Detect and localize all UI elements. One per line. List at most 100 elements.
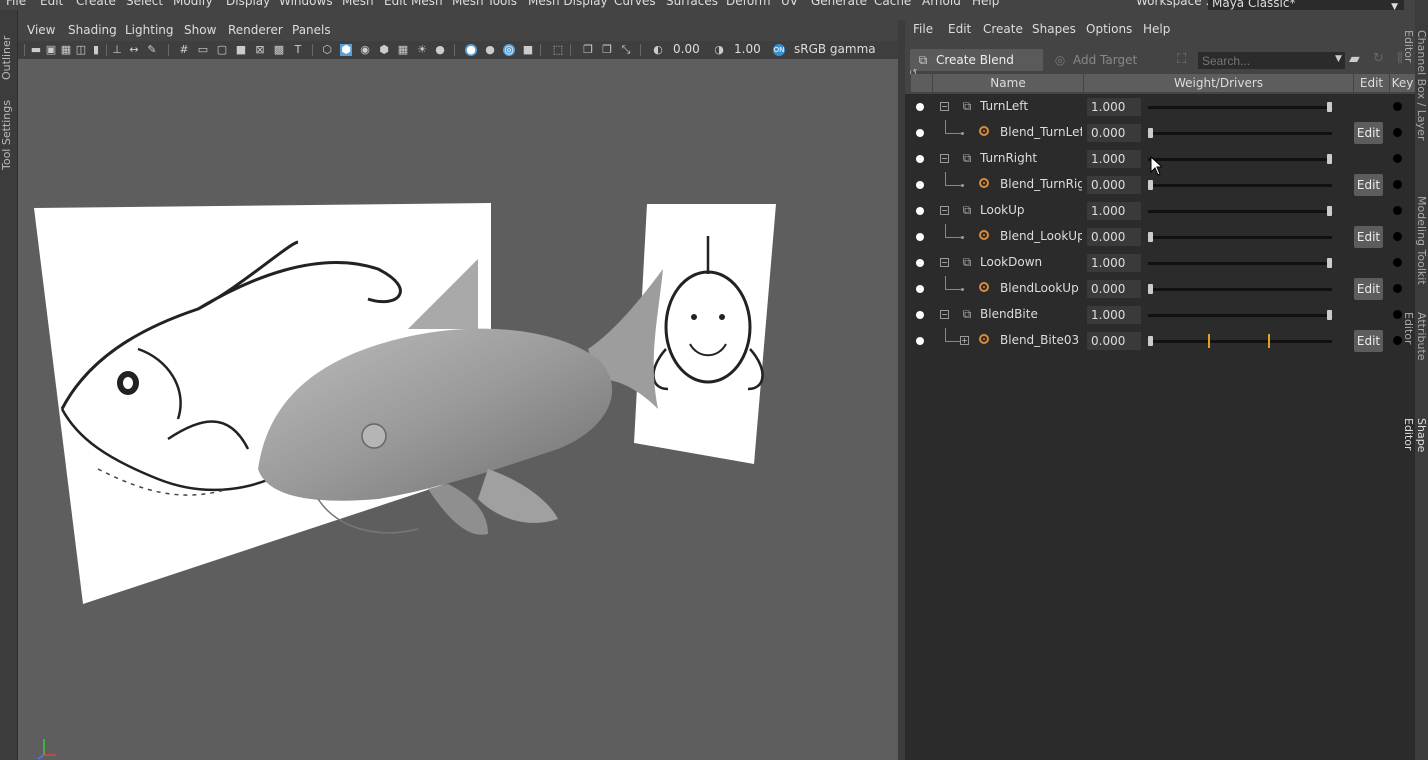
weight-field[interactable]: 0.000 <box>1087 176 1141 194</box>
viewport-3d[interactable] <box>18 59 898 760</box>
camera-attributes-icon[interactable]: ▣ <box>45 44 57 56</box>
tab-channel-box[interactable]: Channel Box / Layer Editor <box>1402 30 1428 170</box>
wireframe-icon[interactable]: ⬡ <box>321 44 333 56</box>
slider-handle[interactable] <box>1148 336 1153 346</box>
smooth-shade-icon[interactable]: ⬢ <box>340 44 352 56</box>
weight-field[interactable]: 1.000 <box>1087 150 1141 168</box>
chevron-down-icon[interactable]: ▼ <box>1335 54 1342 64</box>
key-button[interactable] <box>1393 180 1402 189</box>
target-row[interactable]: + Blend_Bite03 0.000 Edit <box>905 328 1415 354</box>
menu-deform[interactable]: Deform <box>726 0 771 8</box>
visibility-toggle[interactable] <box>916 155 924 163</box>
wireframe-on-shaded-icon[interactable]: ◉ <box>359 44 371 56</box>
isolate-icon[interactable]: ⊥ <box>111 44 123 56</box>
collapse-icon[interactable]: − <box>940 154 949 163</box>
slider-handle[interactable] <box>1148 284 1153 294</box>
in-between-marker[interactable] <box>1208 334 1210 348</box>
visibility-toggle[interactable] <box>916 207 924 215</box>
key-button[interactable] <box>1393 128 1402 137</box>
se-menu-help[interactable]: Help <box>1143 22 1170 36</box>
shape-name[interactable]: BlendLookUp <box>1000 281 1082 295</box>
header-name[interactable]: Name <box>933 74 1084 92</box>
grease-pencil-icon[interactable]: ▮ <box>90 44 102 56</box>
shape-name[interactable]: TurnRight <box>980 151 1080 165</box>
refresh-icon[interactable]: ↻ <box>1373 51 1384 66</box>
weight-field[interactable]: 1.000 <box>1087 306 1141 324</box>
shape-name[interactable]: Blend_TurnLeft <box>1000 125 1082 139</box>
shadows-icon[interactable]: ☀ <box>416 44 428 56</box>
se-menu-edit[interactable]: Edit <box>948 22 971 36</box>
image-plane-icon[interactable]: ◫ <box>75 44 87 56</box>
menu-cache[interactable]: Cache <box>874 0 911 8</box>
se-menu-file[interactable]: File <box>913 22 933 36</box>
motion-blur-icon[interactable]: ● <box>484 44 496 56</box>
visibility-toggle[interactable] <box>916 285 924 293</box>
target-row[interactable]: BlendLookUp 0.000 Edit <box>905 276 1415 302</box>
weight-slider[interactable] <box>1148 180 1332 190</box>
menu-mesh-tools[interactable]: Mesh Tools <box>452 0 517 8</box>
header-weight[interactable]: Weight/Drivers <box>1084 74 1354 92</box>
edit-target-button[interactable]: Edit <box>1354 174 1383 196</box>
collapse-icon[interactable]: − <box>940 310 949 319</box>
menu-display[interactable]: Display <box>226 0 270 8</box>
gamma-value[interactable]: 1.00 <box>734 42 761 56</box>
exposure-value[interactable]: 0.00 <box>673 42 700 56</box>
edit-target-button[interactable]: Edit <box>1354 330 1383 352</box>
weight-field[interactable]: 1.000 <box>1087 254 1141 272</box>
visibility-toggle[interactable] <box>916 337 924 345</box>
key-button[interactable] <box>1393 284 1402 293</box>
slider-handle[interactable] <box>1148 180 1153 190</box>
create-blend-shape-button[interactable]: ⧉ Create Blend Shape <box>910 49 1043 89</box>
key-button[interactable] <box>1393 232 1402 241</box>
key-button[interactable] <box>1393 310 1402 319</box>
se-menu-create[interactable]: Create <box>983 22 1023 36</box>
shape-name[interactable]: BlendBite <box>980 307 1080 321</box>
weight-field[interactable]: 1.000 <box>1087 98 1141 116</box>
key-button[interactable] <box>1393 206 1402 215</box>
xray-icon[interactable]: ↔ <box>128 44 140 56</box>
camera-select-icon[interactable]: ▬ <box>30 44 42 56</box>
color-management-icon[interactable]: ON <box>773 44 785 56</box>
edit-target-button[interactable]: Edit <box>1354 278 1383 300</box>
slider-handle[interactable] <box>1327 154 1332 164</box>
collapse-icon[interactable]: − <box>940 206 949 215</box>
weight-slider[interactable] <box>1148 334 1332 348</box>
weight-slider[interactable] <box>1148 258 1332 268</box>
menu-mesh-display[interactable]: Mesh Display <box>528 0 608 8</box>
menu-surfaces[interactable]: Surfaces <box>666 0 718 8</box>
two-sided-icon[interactable]: ❐ <box>582 44 594 56</box>
weight-slider[interactable] <box>1148 206 1332 216</box>
visibility-toggle[interactable] <box>916 103 924 111</box>
add-target-button[interactable]: ◎ Add Target <box>1047 49 1147 71</box>
paint-icon[interactable]: ✎ <box>146 44 158 56</box>
weight-field[interactable]: 0.000 <box>1087 124 1141 142</box>
panel-divider[interactable] <box>898 20 905 760</box>
visibility-toggle[interactable] <box>916 259 924 267</box>
tab-attribute-editor[interactable]: Attribute Editor <box>1402 312 1428 396</box>
tab-outliner[interactable]: Outliner <box>0 28 16 88</box>
slider-handle[interactable] <box>1327 206 1332 216</box>
shape-name[interactable]: LookUp <box>980 203 1080 217</box>
safe-title-icon[interactable]: T <box>292 44 304 56</box>
weight-slider[interactable] <box>1148 284 1332 294</box>
expand-icon[interactable]: + <box>960 336 969 345</box>
gate-mask-icon[interactable]: ■ <box>235 44 247 56</box>
key-button[interactable] <box>1393 102 1402 111</box>
visibility-toggle[interactable] <box>916 181 924 189</box>
color-space-label[interactable]: sRGB gamma <box>794 42 876 56</box>
menu-create[interactable]: Create <box>76 0 116 8</box>
frame-icon[interactable]: ⛶ <box>1177 52 1186 67</box>
expand-icon[interactable]: ⤡ <box>620 44 632 56</box>
key-button[interactable] <box>1393 258 1402 267</box>
safe-action-icon[interactable]: ▩ <box>273 44 285 56</box>
header-edit[interactable]: Edit <box>1354 74 1390 92</box>
slider-handle[interactable] <box>1327 258 1332 268</box>
slider-handle[interactable] <box>1327 310 1332 320</box>
tab-modeling-toolkit[interactable]: Modeling Toolkit <box>1415 196 1428 292</box>
in-between-marker[interactable] <box>1268 334 1270 348</box>
film-gate-icon[interactable]: ▭ <box>197 44 209 56</box>
shape-name[interactable]: LookDown <box>980 255 1080 269</box>
menu-generate[interactable]: Generate <box>811 0 867 8</box>
header-key[interactable]: Key <box>1390 74 1415 92</box>
target-row[interactable]: Blend_TurnLeft 0.000 Edit <box>905 120 1415 146</box>
